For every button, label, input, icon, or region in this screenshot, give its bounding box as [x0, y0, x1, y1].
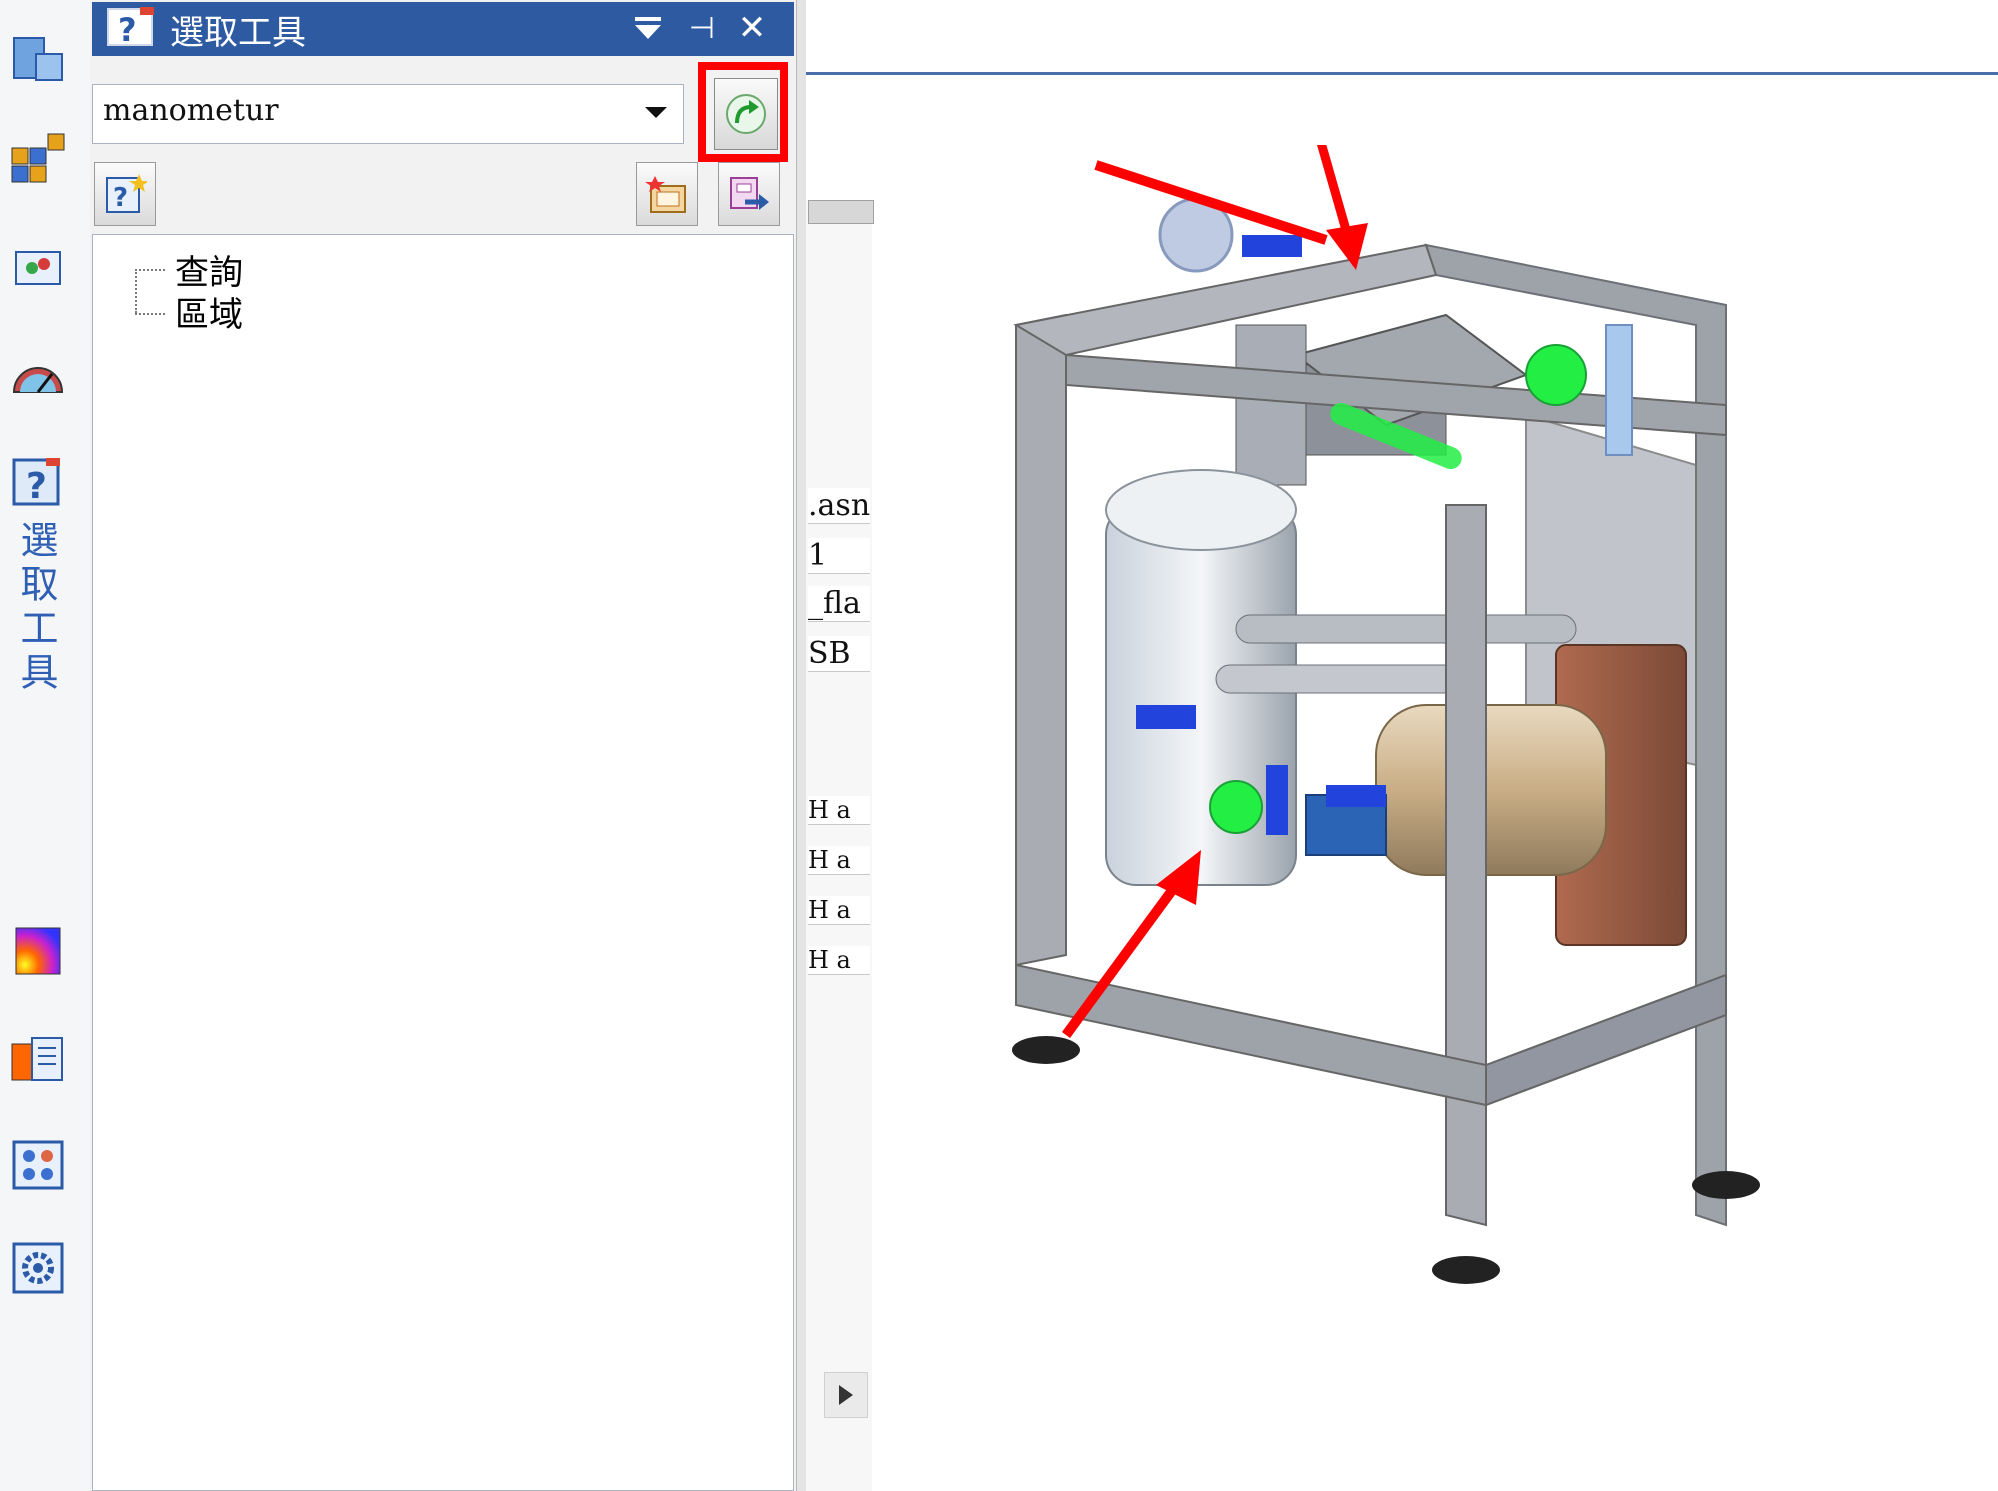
panel-title-bar: ? 選取工具 ⊣ ✕: [92, 2, 794, 56]
panel-pin-button[interactable]: ⊣: [682, 8, 722, 48]
panel-help-icon: ?: [106, 5, 158, 53]
svg-text:?: ?: [113, 183, 128, 213]
tree-connector: [135, 269, 137, 313]
svg-text:?: ?: [26, 466, 47, 507]
layers-icon[interactable]: [6, 236, 70, 296]
bg-text-fragment: _fla: [808, 586, 870, 622]
bg-text-fragment: H a: [808, 846, 870, 875]
gauge-icon[interactable]: [6, 344, 70, 404]
bg-text-fragment: SB: [808, 636, 870, 672]
tree-connector: [135, 313, 165, 315]
chevron-down-icon[interactable]: [645, 107, 667, 118]
tree-connector: [135, 269, 165, 271]
selection-tool-icon[interactable]: ?: [6, 452, 70, 512]
delete-query-button[interactable]: [636, 162, 698, 226]
export-query-icon: [730, 177, 769, 210]
query-star-icon: ?: [106, 174, 147, 213]
settings-gear-icon[interactable]: [6, 1238, 70, 1298]
tree-item-region[interactable]: 區域: [175, 287, 243, 336]
parts-icon[interactable]: [6, 26, 70, 86]
export-query-button[interactable]: [718, 162, 780, 226]
assembly-icon[interactable]: [6, 126, 70, 186]
svg-text:?: ?: [118, 11, 137, 49]
bg-text-fragment: .asn: [808, 488, 870, 524]
components-icon[interactable]: [6, 1134, 70, 1194]
viewport-top-border: [806, 72, 1998, 75]
selection-tool-panel: ? 選取工具 ⊣ ✕ manometur ? 查詢 區域: [90, 0, 796, 1491]
pump-skid-model[interactable]: [1006, 145, 1906, 1445]
vertical-tab-label[interactable]: 選取工具: [14, 520, 64, 696]
bg-text-fragment: H a: [808, 946, 870, 975]
contour-plot-icon[interactable]: [6, 920, 70, 980]
panel-menu-button[interactable]: [628, 8, 668, 48]
run-query-button[interactable]: [714, 78, 778, 150]
bg-text-fragment: H a: [808, 896, 870, 925]
play-button[interactable]: [824, 1372, 868, 1418]
bg-text-fragment: 1: [808, 538, 870, 574]
query-value[interactable]: manometur: [103, 93, 279, 128]
play-icon: [839, 1385, 853, 1405]
report-icon[interactable]: [6, 1028, 70, 1088]
model-viewport[interactable]: .asn 1 _fla SB H a H a H a H a: [806, 0, 1998, 1491]
query-tree: 查詢 區域: [92, 234, 794, 1491]
background-scrollbar[interactable]: [808, 200, 874, 224]
panel-close-button[interactable]: ✕: [732, 8, 772, 48]
bg-text-fragment: H a: [808, 796, 870, 825]
left-toolbar: ? 選取工具: [0, 0, 91, 1491]
green-arrow-icon: [726, 94, 766, 134]
panel-title: 選取工具: [170, 12, 306, 53]
query-combobox[interactable]: manometur: [92, 84, 684, 144]
delete-query-icon: [645, 176, 686, 213]
new-query-button[interactable]: ?: [94, 162, 156, 226]
